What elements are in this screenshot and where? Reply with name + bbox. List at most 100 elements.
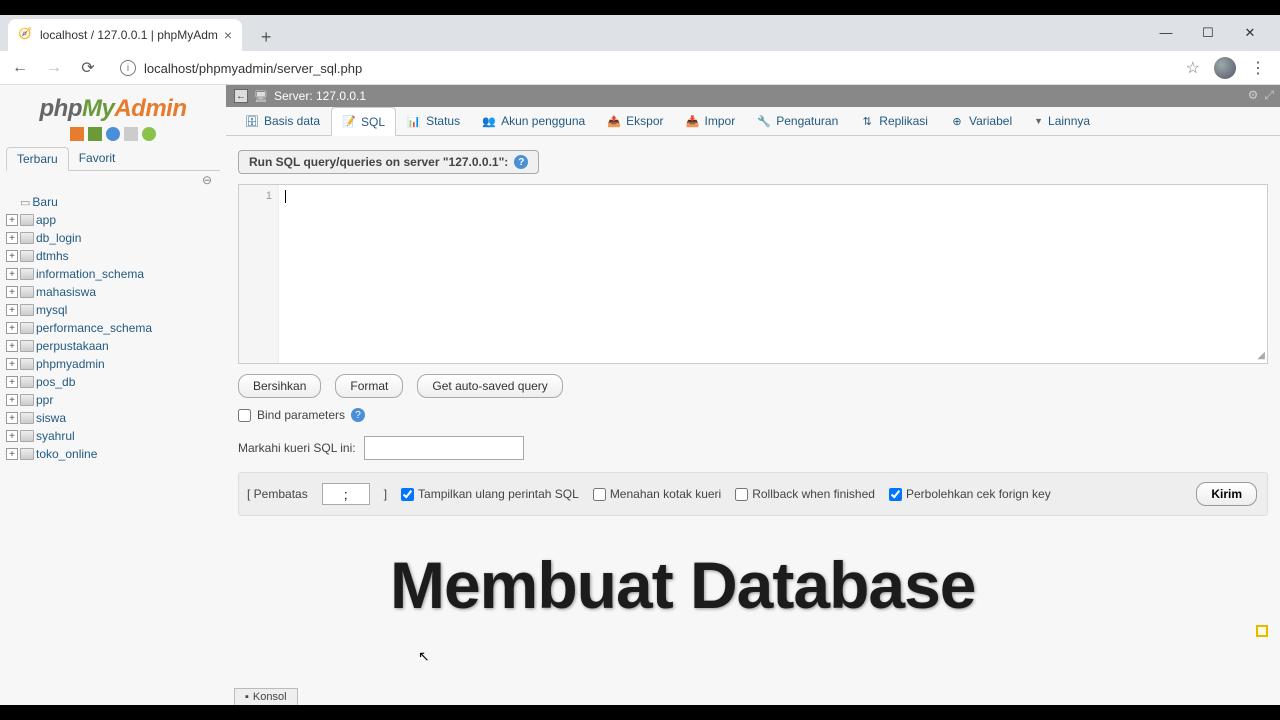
database-icon	[20, 412, 34, 424]
tree-db-item[interactable]: +toko_online	[6, 445, 220, 463]
expand-icon[interactable]: +	[6, 322, 18, 334]
tree-db-item[interactable]: +ppr	[6, 391, 220, 409]
tab-users[interactable]: 👥Akun pengguna	[471, 107, 596, 135]
tree-db-item[interactable]: +perpustakaan	[6, 337, 220, 355]
tree-db-item[interactable]: +mysql	[6, 301, 220, 319]
expand-icon[interactable]: +	[6, 358, 18, 370]
help-icon[interactable]: ?	[351, 408, 365, 422]
expand-icon[interactable]: +	[6, 340, 18, 352]
browser-tab[interactable]: 🧭 localhost / 127.0.0.1 | phpMyAdm ×	[8, 19, 242, 51]
tree-db-item[interactable]: +performance_schema	[6, 319, 220, 337]
bookmark-star-icon[interactable]: ☆	[1186, 58, 1200, 78]
bookmark-input[interactable]	[364, 436, 524, 460]
rollback-checkbox[interactable]	[735, 488, 748, 501]
console-tab[interactable]: ▪ Konsol	[234, 688, 298, 705]
delimiter-input[interactable]	[322, 483, 370, 505]
server-icon: 🖥	[254, 90, 268, 103]
expand-icon[interactable]: +	[6, 394, 18, 406]
expand-icon[interactable]: +	[6, 412, 18, 424]
tree-db-item[interactable]: +mahasiswa	[6, 283, 220, 301]
tab-import[interactable]: 📥Impor	[675, 107, 747, 135]
tab-replication[interactable]: ⇅Replikasi	[849, 107, 939, 135]
profile-avatar[interactable]	[1214, 57, 1236, 79]
database-icon: 🗄	[245, 114, 259, 128]
replication-icon: ⇅	[860, 114, 874, 128]
tab-recent[interactable]: Terbaru	[6, 147, 69, 171]
sql-editor[interactable]: 1 ◢	[238, 184, 1268, 364]
clear-button[interactable]: Bersihkan	[238, 374, 321, 398]
maximize-panel-icon[interactable]	[1256, 625, 1268, 637]
tab-settings[interactable]: 🔧Pengaturan	[746, 107, 849, 135]
tree-db-item[interactable]: +siswa	[6, 409, 220, 427]
page-pin-icon[interactable]: ⤢	[1264, 88, 1274, 103]
format-button[interactable]: Format	[335, 374, 403, 398]
bookmark-label: Markahi kueri SQL ini:	[238, 441, 356, 455]
autosaved-button[interactable]: Get auto-saved query	[417, 374, 562, 398]
tree-db-item[interactable]: +app	[6, 211, 220, 229]
close-window-button[interactable]: ✕	[1236, 25, 1264, 41]
collapse-all-icon[interactable]: ⊖	[202, 173, 212, 187]
tab-favorite[interactable]: Favorit	[69, 147, 126, 170]
bind-params-checkbox[interactable]	[238, 409, 251, 422]
tree-db-item[interactable]: +db_login	[6, 229, 220, 247]
expand-icon[interactable]: +	[6, 304, 18, 316]
tree-db-item[interactable]: +pos_db	[6, 373, 220, 391]
database-icon	[20, 232, 34, 244]
docs-icon[interactable]	[106, 127, 120, 141]
resize-grip-icon[interactable]: ◢	[1257, 350, 1265, 361]
url-box[interactable]: i localhost/phpmyadmin/server_sql.php	[110, 56, 1176, 80]
wrench-icon: 🔧	[757, 114, 771, 128]
logout-icon[interactable]	[88, 127, 102, 141]
settings-icon[interactable]	[124, 127, 138, 141]
maximize-button[interactable]: ☐	[1194, 25, 1222, 41]
tab-export[interactable]: 📤Ekspor	[596, 107, 674, 135]
tree-db-item[interactable]: +dtmhs	[6, 247, 220, 265]
expand-icon[interactable]: +	[6, 268, 18, 280]
page-settings-icon[interactable]: ⚙	[1248, 88, 1259, 103]
fk-checkbox[interactable]	[889, 488, 902, 501]
editor-textarea[interactable]	[279, 185, 1267, 363]
main-tab-row: 🗄Basis data 📝SQL 📊Status 👥Akun pengguna …	[226, 107, 1280, 136]
expand-icon[interactable]: +	[6, 250, 18, 262]
tab-sql[interactable]: 📝SQL	[331, 107, 396, 136]
tree-new[interactable]: ▭ Baru	[6, 193, 220, 211]
reload-nav-icon[interactable]	[142, 127, 156, 141]
expand-icon[interactable]: +	[6, 448, 18, 460]
database-icon	[20, 250, 34, 262]
tree-db-item[interactable]: +information_schema	[6, 265, 220, 283]
show-again-checkbox[interactable]	[401, 488, 414, 501]
tab-status[interactable]: 📊Status	[396, 107, 471, 135]
submit-button[interactable]: Kirim	[1196, 482, 1257, 506]
expand-icon[interactable]: +	[6, 430, 18, 442]
database-icon	[20, 376, 34, 388]
status-icon: 📊	[407, 114, 421, 128]
database-icon	[20, 268, 34, 280]
database-icon	[20, 322, 34, 334]
phpmyadmin-logo[interactable]: phpMyAdmin	[6, 89, 220, 125]
tab-more[interactable]: ▼Lainnya	[1023, 107, 1101, 135]
import-icon: 📥	[686, 114, 700, 128]
new-tab-button[interactable]: +	[252, 23, 280, 51]
close-icon[interactable]: ×	[224, 27, 232, 43]
reload-button[interactable]: ⟳	[76, 58, 100, 78]
tab-databases[interactable]: 🗄Basis data	[234, 107, 331, 135]
site-info-icon[interactable]: i	[120, 60, 136, 76]
kebab-menu-icon[interactable]: ⋮	[1250, 58, 1266, 78]
forward-button[interactable]: →	[42, 59, 66, 77]
tab-variables[interactable]: ⊕Variabel	[939, 107, 1023, 135]
tree-db-item[interactable]: +syahrul	[6, 427, 220, 445]
tab-bar: 🧭 localhost / 127.0.0.1 | phpMyAdm × + —…	[0, 15, 1280, 51]
expand-icon[interactable]: +	[6, 376, 18, 388]
back-button[interactable]: ←	[8, 59, 32, 77]
tab-title: localhost / 127.0.0.1 | phpMyAdm	[40, 28, 218, 42]
expand-icon[interactable]: +	[6, 286, 18, 298]
collapse-sidebar-button[interactable]: ←	[234, 89, 248, 103]
url-text: localhost/phpmyadmin/server_sql.php	[144, 61, 362, 76]
expand-icon[interactable]: +	[6, 214, 18, 226]
minimize-button[interactable]: —	[1152, 25, 1180, 41]
tree-db-item[interactable]: +phpmyadmin	[6, 355, 220, 373]
expand-icon[interactable]: +	[6, 232, 18, 244]
retain-checkbox[interactable]	[593, 488, 606, 501]
home-icon[interactable]	[70, 127, 84, 141]
help-icon[interactable]: ?	[514, 155, 528, 169]
